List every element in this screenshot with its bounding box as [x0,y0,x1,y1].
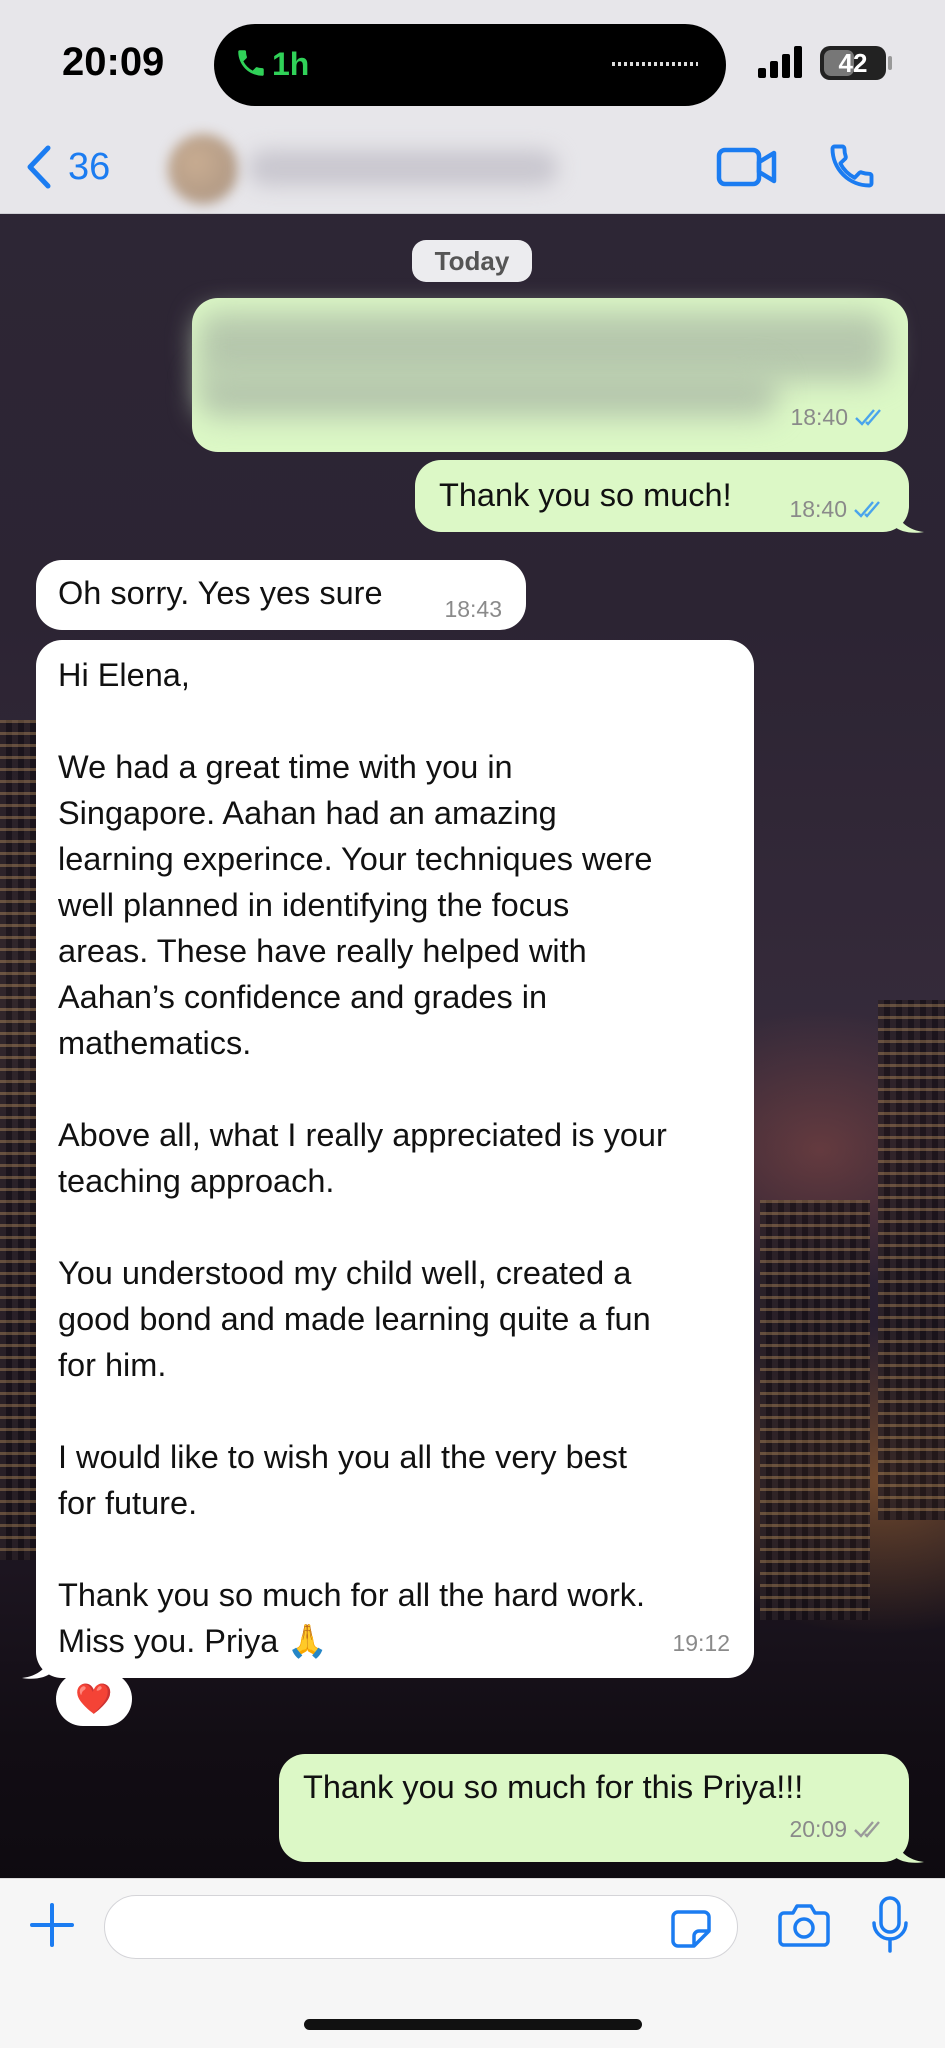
message-time: 20:09 [789,1816,847,1842]
message-line: I would like to wish you all the very be… [58,1439,628,1475]
message-line: areas. These have really helped with [58,933,587,969]
message-line: well planned in identifying the focus [58,887,570,923]
double-check-icon [854,501,880,518]
message-line: good bond and made learning quite a fun [58,1301,651,1337]
wallpaper-building [878,1000,945,1520]
plus-icon[interactable] [28,1901,76,1949]
audio-waveform [612,62,698,66]
message-line [58,1388,748,1434]
message-time: 18:43 [444,596,502,622]
message-line: for future. [58,1485,198,1521]
message-text: Hi Elena, We had a great time with you in… [58,652,748,1664]
message-line: Miss you. Priya 🙏 [58,1623,328,1659]
wallpaper-building [760,1200,870,1620]
battery-level: 42 [838,47,868,78]
message-text: Oh sorry. Yes yes sure [58,575,383,611]
unread-count: 36 [68,145,111,188]
message-line [58,1526,748,1572]
cellular-signal-icon [758,46,802,78]
wallpaper-building [0,720,36,1560]
message-line [58,698,748,744]
heart-icon: ❤️ [75,1682,113,1716]
contact-name[interactable] [248,150,558,186]
bubble-tail [894,506,924,533]
message-meta: 18:40 [789,486,887,532]
date-separator: Today [412,240,532,282]
message-bubble-outgoing[interactable]: Thank you so much for this Priya!!! 20:0… [279,1754,909,1862]
status-bar: 20:09 1h 42 [0,0,945,120]
bubble-tail [894,1836,924,1863]
microphone-icon[interactable] [870,1895,910,1955]
message-line: Above all, what I really appreciated is … [58,1117,667,1153]
chevron-left-icon [27,145,51,189]
status-time: 20:09 [62,40,165,84]
phone-call-icon [238,50,264,76]
message-bubble-outgoing[interactable]: 18:40 [192,298,908,452]
message-line: learning experince. Your techniques were [58,841,653,877]
message-time: 18:40 [790,404,848,430]
message-time: 19:12 [672,1630,730,1656]
contact-avatar[interactable] [168,134,238,204]
message-line: Hi Elena, [58,657,190,693]
reaction-heart[interactable]: ❤️ [56,1672,132,1726]
message-line: for him. [58,1347,167,1383]
message-input[interactable] [104,1895,738,1959]
message-text: Thank you so much! [439,477,732,513]
message-line [58,1204,748,1250]
battery-tip [888,56,892,70]
phone-icon[interactable] [826,138,878,194]
sticker-icon[interactable] [670,1909,712,1949]
video-camera-icon[interactable] [716,142,778,192]
double-check-icon [855,409,881,426]
message-line: teaching approach. [58,1163,335,1199]
message-line: Thank you so much for all the hard work. [58,1577,646,1613]
message-line: We had a great time with you in [58,749,513,785]
message-composer [0,1878,945,2048]
message-time: 18:40 [789,496,847,522]
message-line [58,1066,748,1112]
call-duration: 1h [272,46,310,82]
back-button[interactable]: 36 [24,142,110,192]
message-meta: 20:09 [789,1806,887,1852]
camera-icon[interactable] [778,1901,830,1949]
message-bubble-incoming[interactable]: Hi Elena, We had a great time with you in… [36,640,754,1678]
bubble-tail [22,1652,52,1679]
message-line: Aahan’s confidence and grades in [58,979,548,1015]
message-meta: 18:40 [790,394,888,440]
message-line: Singapore. Aahan had an amazing [58,795,557,831]
home-indicator[interactable] [304,2019,642,2030]
message-line: You understood my child well, created a [58,1255,632,1291]
blurred-message-text [198,368,778,418]
chat-header: 36 [0,120,945,214]
double-check-icon [854,1821,880,1838]
battery-icon: 42 [820,46,886,80]
message-bubble-incoming[interactable]: Oh sorry. Yes yes sure 18:43 [36,560,526,630]
message-text: Thank you so much for this Priya!!! [303,1769,804,1805]
message-line: mathematics. [58,1025,252,1061]
message-bubble-outgoing[interactable]: Thank you so much! 18:40 [415,460,909,532]
